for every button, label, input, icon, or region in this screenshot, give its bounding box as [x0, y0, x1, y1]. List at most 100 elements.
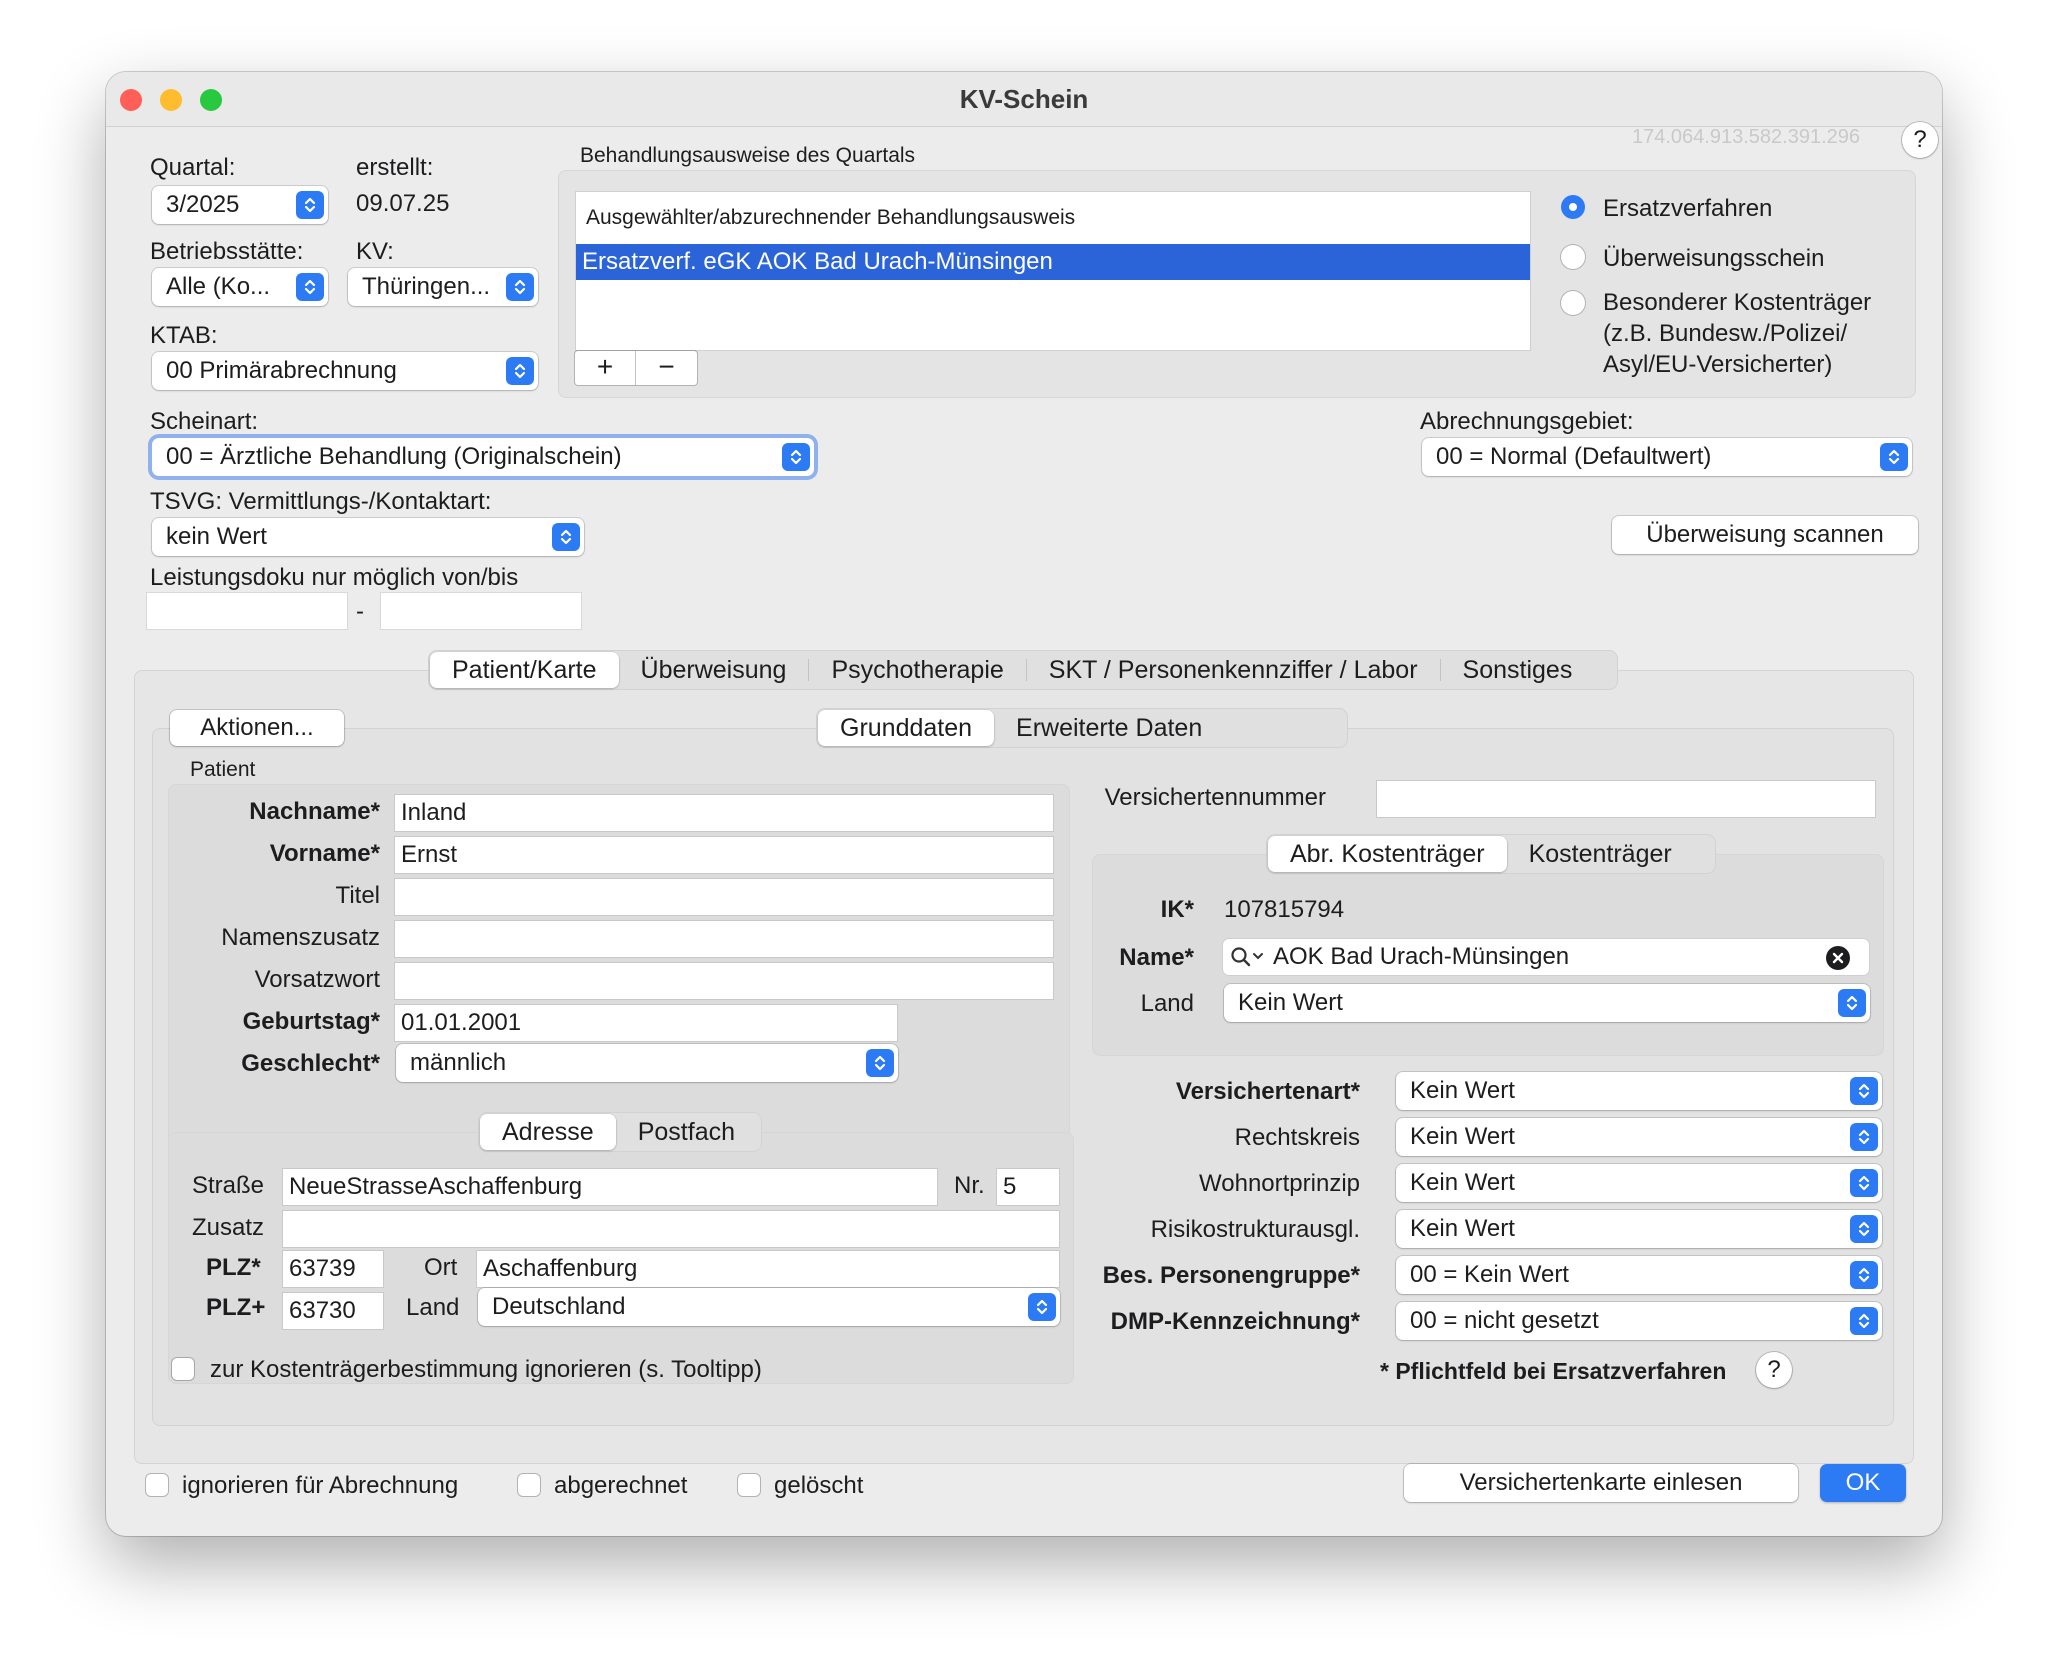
geburtstag-input[interactable]: 01.01.2001 — [394, 1004, 898, 1042]
betriebsstaette-select[interactable]: Alle (Ko... — [152, 268, 328, 306]
ueberweisungsschein-radio[interactable] — [1561, 245, 1585, 269]
besonderer-kostentraeger-radio[interactable] — [1561, 291, 1585, 315]
stepper-icon — [1880, 443, 1908, 471]
stepper-icon — [866, 1049, 894, 1077]
rechtskreis-select[interactable]: Kein Wert — [1396, 1118, 1882, 1156]
zusatz-input[interactable] — [282, 1210, 1060, 1248]
abgerechnet-checkbox[interactable] — [518, 1474, 540, 1496]
strasse-input[interactable]: NeueStrasseAschaffenburg — [282, 1168, 938, 1206]
wohnortprinzip-value: Kein Wert — [1410, 1169, 1515, 1196]
pflichtfeld-note: * Pflichtfeld bei Ersatzverfahren — [1380, 1358, 1727, 1384]
ktab-value: 00 Primärabrechnung — [166, 357, 397, 384]
stepper-icon — [1850, 1123, 1878, 1151]
tab-psychotherapie[interactable]: Psychotherapie — [809, 652, 1025, 688]
strasse-label: Straße — [192, 1172, 265, 1199]
risikostrukturausgl-label: Risikostrukturausgl. — [1150, 1216, 1360, 1243]
dmp-label: DMP-Kennzeichnung* — [1110, 1308, 1360, 1335]
tab-grunddaten[interactable]: Grunddaten — [818, 710, 995, 746]
vorname-label: Vorname* — [269, 840, 380, 867]
abgerechnet-label: abgerechnet — [554, 1472, 688, 1499]
besonderer-kostentraeger-label: Besonderer Kostenträger — [1603, 289, 1872, 316]
ueberweisungsschein-label: Überweisungsschein — [1603, 245, 1825, 272]
search-icon[interactable] — [1230, 946, 1266, 973]
kostentraeger-land-label: Land — [1140, 990, 1194, 1017]
abrechnungsgebiet-select[interactable]: 00 = Normal (Defaultwert) — [1422, 438, 1912, 476]
tsvg-select[interactable]: kein Wert — [152, 518, 584, 556]
ok-button[interactable]: OK — [1820, 1464, 1906, 1502]
stepper-icon — [1850, 1307, 1878, 1335]
ausweis-list[interactable]: Ausgewählter/abzurechnender Behandlungsa… — [575, 191, 1531, 351]
pflichtfeld-help-button[interactable]: ? — [1756, 1352, 1792, 1388]
betriebsstaette-label: Betriebsstätte: — [150, 238, 304, 265]
nachname-input[interactable]: Inland — [394, 794, 1054, 832]
ueberweisung-scannen-button[interactable]: Überweisung scannen — [1612, 516, 1918, 554]
scheinart-select[interactable]: 00 = Ärztliche Behandlung (Originalschei… — [152, 438, 814, 476]
kostentraeger-ignorieren-checkbox[interactable] — [172, 1358, 194, 1380]
quartal-select[interactable]: 3/2025 — [152, 186, 328, 224]
ignorieren-abrechnung-label: ignorieren für Abrechnung — [182, 1472, 459, 1499]
stepper-icon — [1850, 1169, 1878, 1197]
land-select[interactable]: Deutschland — [478, 1288, 1060, 1326]
ktab-select[interactable]: 00 Primärabrechnung — [152, 352, 538, 390]
vorname-input[interactable]: Ernst — [394, 836, 1054, 874]
kostentraeger-tabs: Abr. Kostenträger Kostenträger — [1266, 834, 1716, 874]
erstellt-label: erstellt: — [356, 154, 434, 181]
tsvg-label: TSVG: Vermittlungs-/Kontaktart: — [150, 488, 492, 515]
tab-erweiterte-daten[interactable]: Erweiterte Daten — [994, 710, 1224, 746]
wohnortprinzip-select[interactable]: Kein Wert — [1396, 1164, 1882, 1202]
hausnummer-input[interactable]: 5 — [996, 1168, 1060, 1206]
record-id: 174.064.913.582.391.296 — [1632, 126, 1860, 148]
tab-kostentraeger[interactable]: Kostenträger — [1507, 836, 1694, 872]
window-title: KV-Schein — [959, 84, 1089, 114]
scheinart-label: Scheinart: — [150, 408, 259, 435]
risikostrukturausgl-value: Kein Wert — [1410, 1215, 1515, 1242]
kostentraeger-name-label: Name* — [1119, 944, 1194, 971]
versichertenkarte-einlesen-button[interactable]: Versichertenkarte einlesen — [1404, 1464, 1798, 1502]
tab-adresse[interactable]: Adresse — [480, 1114, 616, 1150]
tab-sonstiges[interactable]: Sonstiges — [1441, 652, 1595, 688]
rechtskreis-value: Kein Wert — [1410, 1123, 1515, 1150]
stepper-icon — [506, 273, 534, 301]
dmp-select[interactable]: 00 = nicht gesetzt — [1396, 1302, 1882, 1340]
ersatzverfahren-radio[interactable] — [1561, 195, 1585, 219]
list-add-remove-buttons: + − — [575, 351, 697, 385]
clear-icon[interactable] — [1826, 946, 1850, 970]
leistungsdoku-dash: - — [356, 598, 364, 625]
versichertenart-select[interactable]: Kein Wert — [1396, 1072, 1882, 1110]
plzplus-input[interactable]: 63730 — [282, 1292, 384, 1330]
kostentraeger-search-field[interactable]: AOK Bad Urach-Münsingen — [1222, 938, 1870, 976]
plz-input[interactable]: 63739 — [282, 1250, 384, 1288]
abrechnungsgebiet-label: Abrechnungsgebiet: — [1420, 408, 1634, 435]
leistungsdoku-von-input[interactable] — [146, 592, 348, 630]
aktionen-button[interactable]: Aktionen... — [170, 710, 344, 746]
leistungsdoku-bis-input[interactable] — [380, 592, 582, 630]
ignorieren-abrechnung-checkbox[interactable] — [146, 1474, 168, 1496]
risikostrukturausgl-select[interactable]: Kein Wert — [1396, 1210, 1882, 1248]
stepper-icon — [1838, 989, 1866, 1017]
stepper-icon — [296, 191, 324, 219]
nachname-label: Nachname* — [249, 798, 380, 825]
kostentraeger-ignorieren-label: zur Kostenträgerbestimmung ignorieren (s… — [210, 1356, 762, 1383]
geloescht-checkbox[interactable] — [738, 1474, 760, 1496]
kv-select[interactable]: Thüringen... — [348, 268, 538, 306]
ausweis-list-selected-row[interactable]: Ersatzverf. eGK AOK Bad Urach-Münsingen — [576, 244, 1530, 280]
namenszusatz-input[interactable] — [394, 920, 1054, 958]
tab-ueberweisung[interactable]: Überweisung — [619, 652, 809, 688]
add-button[interactable]: + — [575, 351, 636, 385]
tab-abr-kostentraeger[interactable]: Abr. Kostenträger — [1268, 836, 1507, 872]
ausweis-list-header: Ausgewählter/abzurechnender Behandlungsa… — [586, 206, 1076, 229]
tab-postfach[interactable]: Postfach — [616, 1114, 757, 1150]
tab-patient-karte[interactable]: Patient/Karte — [430, 652, 619, 688]
titel-input[interactable] — [394, 878, 1054, 916]
remove-button[interactable]: − — [636, 351, 697, 385]
sub-tabs: Grunddaten Erweiterte Daten — [816, 708, 1348, 748]
vorsatzwort-input[interactable] — [394, 962, 1054, 1000]
personengruppe-select[interactable]: 00 = Kein Wert — [1396, 1256, 1882, 1294]
kostentraeger-land-select[interactable]: Kein Wert — [1224, 984, 1870, 1022]
tab-skt-personenkennziffer-labor[interactable]: SKT / Personenkennziffer / Labor — [1027, 652, 1440, 688]
help-button[interactable]: ? — [1902, 122, 1938, 158]
versichertennummer-input[interactable] — [1376, 780, 1876, 818]
ort-input[interactable]: Aschaffenburg — [476, 1250, 1060, 1288]
geschlecht-select[interactable]: männlich — [396, 1044, 898, 1082]
stepper-icon — [782, 443, 810, 471]
